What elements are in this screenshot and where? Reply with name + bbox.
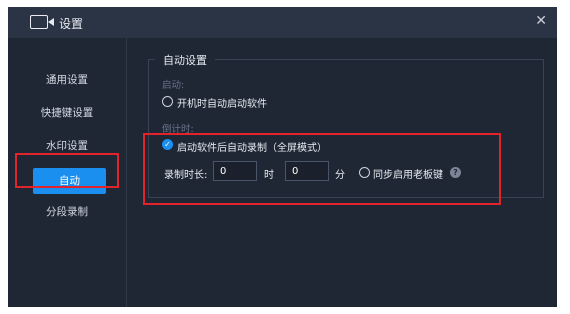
window-title: 设置	[59, 17, 84, 31]
sidebar-item-hotkeys[interactable]: 快捷键设置	[8, 105, 126, 120]
close-icon[interactable]: ✕	[535, 13, 547, 29]
video-camera-icon	[30, 15, 54, 29]
startup-option-label[interactable]: 开机时自动启动软件	[177, 95, 267, 110]
title-bar: 设置 ✕	[8, 7, 557, 38]
highlight-box-sidebar	[15, 153, 119, 188]
highlight-box-options	[143, 133, 501, 205]
sidebar-item-general[interactable]: 通用设置	[8, 72, 126, 87]
startup-label: 启动:	[162, 80, 185, 91]
sidebar-item-segment-recording[interactable]: 分段录制	[8, 204, 126, 219]
sidebar-item-watermark[interactable]: 水印设置	[8, 138, 126, 153]
startup-radio[interactable]	[162, 96, 173, 107]
settings-window: 设置 ✕ 通用设置 快捷键设置 水印设置 自动 分段录制 自动设置 启动: 开机…	[8, 7, 557, 307]
panel-title: 自动设置	[155, 52, 215, 68]
